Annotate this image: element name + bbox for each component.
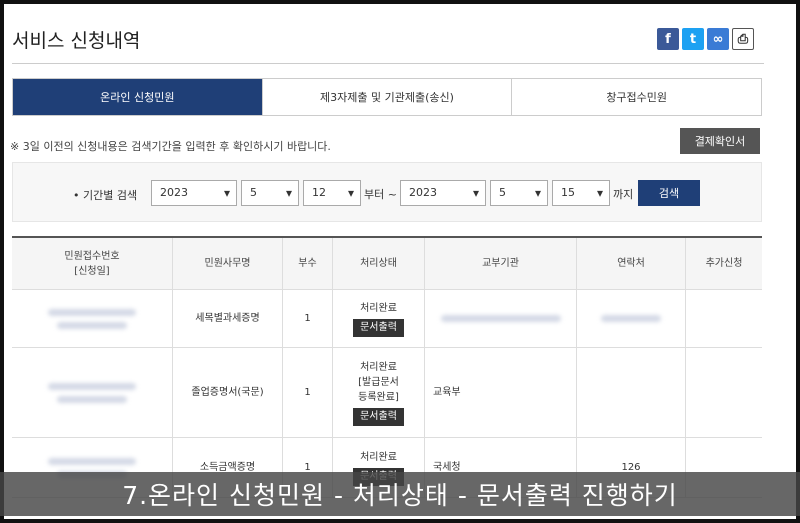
- page-title: 서비스 신청내역: [12, 30, 141, 52]
- row-issuer: 교육부: [424, 348, 576, 437]
- from-day-select[interactable]: 12: [303, 180, 361, 206]
- header-copies: 부수: [282, 238, 332, 289]
- row-name: 세목별과세증명: [172, 290, 282, 347]
- tab-bar: 온라인 신청민원 제3자제출 및 기관제출(송신) 창구접수민원: [12, 78, 762, 116]
- tutorial-caption: 7.온라인 신청민원 - 처리상태 - 문서출력 진행하기: [0, 472, 800, 516]
- to-suffix: 까지: [613, 188, 634, 201]
- row-status: 처리완료 문서출력: [332, 290, 424, 347]
- search-button[interactable]: 검색: [638, 180, 700, 206]
- row-contact: [576, 348, 685, 437]
- row-copies: 1: [282, 290, 332, 347]
- requests-table: 민원접수번호 [신청일] 민원사무명 부수 처리상태 교부기관 연락처 추가신청…: [12, 236, 762, 498]
- twitter-icon[interactable]: t: [682, 28, 704, 50]
- to-year-select[interactable]: 2023: [400, 180, 486, 206]
- receipt-no-blurred: [12, 348, 172, 437]
- table-header-row: 민원접수번호 [신청일] 민원사무명 부수 처리상태 교부기관 연락처 추가신청: [12, 238, 762, 290]
- print-document-button[interactable]: 문서출력: [353, 407, 404, 426]
- header-status: 처리상태: [332, 238, 424, 289]
- search-notice: ※ 3일 이전의 신청내용은 검색기간을 입력한 후 확인하시기 바랍니다.: [10, 140, 331, 153]
- from-suffix: 부터 ~: [364, 188, 397, 201]
- period-search-label: • 기간별 검색: [73, 189, 138, 202]
- from-month-select[interactable]: 5: [241, 180, 299, 206]
- row-copies: 1: [282, 348, 332, 437]
- print-document-button[interactable]: 문서출력: [353, 318, 404, 337]
- tab-counter-requests[interactable]: 창구접수민원: [511, 79, 762, 115]
- header-name: 민원사무명: [172, 238, 282, 289]
- row-contact-blurred: [576, 290, 685, 347]
- period-search-panel: • 기간별 검색 2023 5 12 부터 ~ 2023 5 15 까지 검색: [12, 162, 762, 222]
- header-receipt-no: 민원접수번호 [신청일]: [12, 238, 172, 289]
- title-divider: [12, 63, 764, 64]
- print-icon[interactable]: ⎙: [732, 28, 754, 50]
- to-month-select[interactable]: 5: [490, 180, 548, 206]
- share-toolbar: f t ∞ ⎙: [657, 28, 754, 50]
- receipt-no-blurred: [12, 290, 172, 347]
- facebook-icon[interactable]: f: [657, 28, 679, 50]
- link-icon[interactable]: ∞: [707, 28, 729, 50]
- header-issuer: 교부기관: [424, 238, 576, 289]
- table-row: 졸업증명서(국문) 1 처리완료 [발급문서 등록완료] 문서출력 교육부: [12, 348, 762, 438]
- row-issuer-blurred: [424, 290, 576, 347]
- row-extra: [685, 290, 762, 347]
- header-extra: 추가신청: [685, 238, 762, 289]
- payment-receipt-button[interactable]: 결제확인서: [680, 128, 760, 154]
- from-year-select[interactable]: 2023: [151, 180, 237, 206]
- row-status: 처리완료 [발급문서 등록완료] 문서출력: [332, 348, 424, 437]
- row-extra: [685, 348, 762, 437]
- header-contact: 연락처: [576, 238, 685, 289]
- to-day-select[interactable]: 15: [552, 180, 610, 206]
- table-row: 세목별과세증명 1 처리완료 문서출력: [12, 290, 762, 348]
- row-name: 졸업증명서(국문): [172, 348, 282, 437]
- tab-third-party-submission[interactable]: 제3자제출 및 기관제출(송신): [261, 79, 512, 115]
- window: 서비스 신청내역 f t ∞ ⎙ 온라인 신청민원 제3자제출 및 기관제출(송…: [4, 4, 796, 519]
- tab-online-requests[interactable]: 온라인 신청민원: [13, 79, 262, 115]
